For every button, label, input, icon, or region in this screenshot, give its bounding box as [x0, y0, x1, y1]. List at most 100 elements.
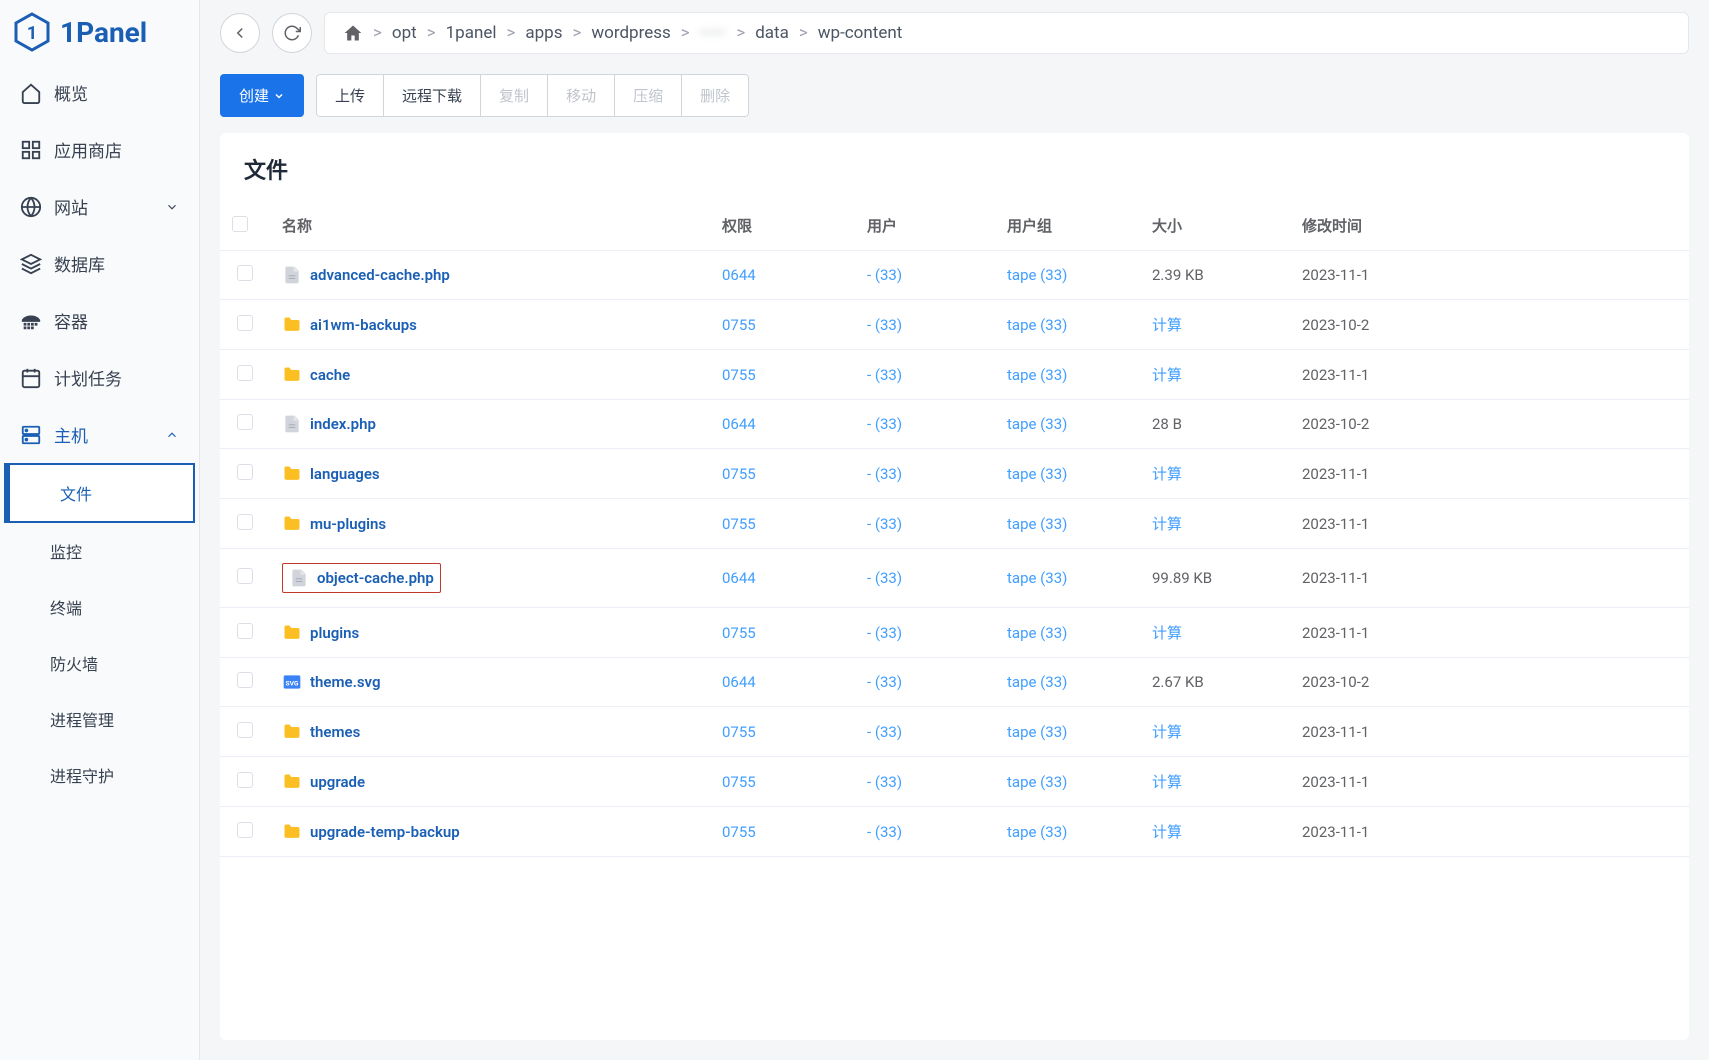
sidebar-item-supervisor[interactable]: 进程守护: [0, 747, 199, 803]
row-checkbox[interactable]: [237, 315, 253, 331]
back-button[interactable]: [220, 13, 260, 53]
table-header-mtime[interactable]: 修改时间: [1290, 201, 1689, 251]
copy-button[interactable]: 复制: [481, 74, 548, 117]
sidebar-item-host[interactable]: 主机: [0, 406, 199, 463]
compute-size-link[interactable]: 计算: [1152, 773, 1182, 791]
row-checkbox[interactable]: [237, 414, 253, 430]
file-perm-link[interactable]: 0755: [722, 823, 756, 841]
file-group-link[interactable]: tape (33): [1007, 823, 1067, 841]
breadcrumb-item[interactable]: apps: [525, 23, 562, 43]
logo[interactable]: 1 1Panel: [0, 0, 199, 64]
file-name-link[interactable]: SVGtheme.svg: [282, 672, 698, 692]
row-checkbox[interactable]: [237, 822, 253, 838]
file-perm-link[interactable]: 0755: [722, 723, 756, 741]
file-name-link[interactable]: languages: [282, 464, 698, 484]
home-icon[interactable]: [343, 23, 363, 43]
row-checkbox[interactable]: [237, 772, 253, 788]
file-user-link[interactable]: - (33): [867, 316, 902, 334]
sidebar-item-website[interactable]: 网站: [0, 178, 199, 235]
row-checkbox[interactable]: [237, 464, 253, 480]
file-group-link[interactable]: tape (33): [1007, 515, 1067, 533]
breadcrumb-item-blurred[interactable]: ······: [700, 23, 727, 43]
table-header-group[interactable]: 用户组: [995, 201, 1140, 251]
file-perm-link[interactable]: 0755: [722, 316, 756, 334]
file-user-link[interactable]: - (33): [867, 266, 902, 284]
compute-size-link[interactable]: 计算: [1152, 624, 1182, 642]
table-header-user[interactable]: 用户: [855, 201, 995, 251]
file-user-link[interactable]: - (33): [867, 415, 902, 433]
sidebar-item-overview[interactable]: 概览: [0, 64, 199, 121]
sidebar-item-appstore[interactable]: 应用商店: [0, 121, 199, 178]
file-group-link[interactable]: tape (33): [1007, 673, 1067, 691]
sidebar-item-cron[interactable]: 计划任务: [0, 349, 199, 406]
file-group-link[interactable]: tape (33): [1007, 415, 1067, 433]
file-name-link[interactable]: plugins: [282, 623, 698, 643]
sidebar-item-database[interactable]: 数据库: [0, 235, 199, 292]
sidebar-item-container[interactable]: 容器: [0, 292, 199, 349]
row-checkbox[interactable]: [237, 623, 253, 639]
compute-size-link[interactable]: 计算: [1152, 316, 1182, 334]
row-checkbox[interactable]: [237, 514, 253, 530]
select-all-checkbox[interactable]: [232, 216, 248, 232]
compute-size-link[interactable]: 计算: [1152, 515, 1182, 533]
file-perm-link[interactable]: 0755: [722, 465, 756, 483]
file-user-link[interactable]: - (33): [867, 773, 902, 791]
row-checkbox[interactable]: [237, 672, 253, 688]
breadcrumb-item[interactable]: data: [755, 23, 789, 43]
breadcrumb-item[interactable]: wp-content: [818, 23, 903, 43]
file-name-link[interactable]: ai1wm-backups: [282, 315, 698, 335]
breadcrumb-item[interactable]: 1panel: [446, 23, 497, 43]
file-user-link[interactable]: - (33): [867, 569, 902, 587]
table-header-perm[interactable]: 权限: [710, 201, 855, 251]
file-user-link[interactable]: - (33): [867, 823, 902, 841]
file-perm-link[interactable]: 0644: [722, 673, 756, 691]
sidebar-item-terminal[interactable]: 终端: [0, 579, 199, 635]
file-group-link[interactable]: tape (33): [1007, 773, 1067, 791]
file-name-link[interactable]: object-cache.php: [282, 563, 441, 593]
row-checkbox[interactable]: [237, 722, 253, 738]
file-group-link[interactable]: tape (33): [1007, 465, 1067, 483]
file-user-link[interactable]: - (33): [867, 723, 902, 741]
file-name-link[interactable]: advanced-cache.php: [282, 265, 698, 285]
file-user-link[interactable]: - (33): [867, 366, 902, 384]
file-group-link[interactable]: tape (33): [1007, 266, 1067, 284]
file-group-link[interactable]: tape (33): [1007, 316, 1067, 334]
file-name-link[interactable]: cache: [282, 365, 698, 385]
remote-download-button[interactable]: 远程下载: [384, 74, 481, 117]
file-name-link[interactable]: upgrade: [282, 772, 698, 792]
file-user-link[interactable]: - (33): [867, 465, 902, 483]
file-name-link[interactable]: index.php: [282, 414, 698, 434]
file-perm-link[interactable]: 0755: [722, 773, 756, 791]
file-group-link[interactable]: tape (33): [1007, 723, 1067, 741]
breadcrumb-item[interactable]: opt: [392, 23, 417, 43]
compute-size-link[interactable]: 计算: [1152, 465, 1182, 483]
table-header-name[interactable]: 名称: [270, 201, 710, 251]
file-perm-link[interactable]: 0755: [722, 515, 756, 533]
move-button[interactable]: 移动: [548, 74, 615, 117]
file-user-link[interactable]: - (33): [867, 515, 902, 533]
file-group-link[interactable]: tape (33): [1007, 569, 1067, 587]
file-name-link[interactable]: upgrade-temp-backup: [282, 822, 698, 842]
row-checkbox[interactable]: [237, 568, 253, 584]
delete-button[interactable]: 删除: [682, 74, 749, 117]
sidebar-item-monitor[interactable]: 监控: [0, 523, 199, 579]
file-perm-link[interactable]: 0644: [722, 569, 756, 587]
file-group-link[interactable]: tape (33): [1007, 624, 1067, 642]
file-perm-link[interactable]: 0644: [722, 415, 756, 433]
compute-size-link[interactable]: 计算: [1152, 823, 1182, 841]
sidebar-item-files[interactable]: 文件: [4, 463, 195, 523]
compute-size-link[interactable]: 计算: [1152, 723, 1182, 741]
file-perm-link[interactable]: 0644: [722, 266, 756, 284]
row-checkbox[interactable]: [237, 365, 253, 381]
file-perm-link[interactable]: 0755: [722, 366, 756, 384]
file-group-link[interactable]: tape (33): [1007, 366, 1067, 384]
sidebar-item-firewall[interactable]: 防火墙: [0, 635, 199, 691]
compress-button[interactable]: 压缩: [615, 74, 682, 117]
refresh-button[interactable]: [272, 13, 312, 53]
file-name-link[interactable]: themes: [282, 722, 698, 742]
create-button[interactable]: 创建: [220, 74, 304, 117]
table-header-size[interactable]: 大小: [1140, 201, 1290, 251]
file-name-link[interactable]: mu-plugins: [282, 514, 698, 534]
upload-button[interactable]: 上传: [316, 74, 384, 117]
compute-size-link[interactable]: 计算: [1152, 366, 1182, 384]
